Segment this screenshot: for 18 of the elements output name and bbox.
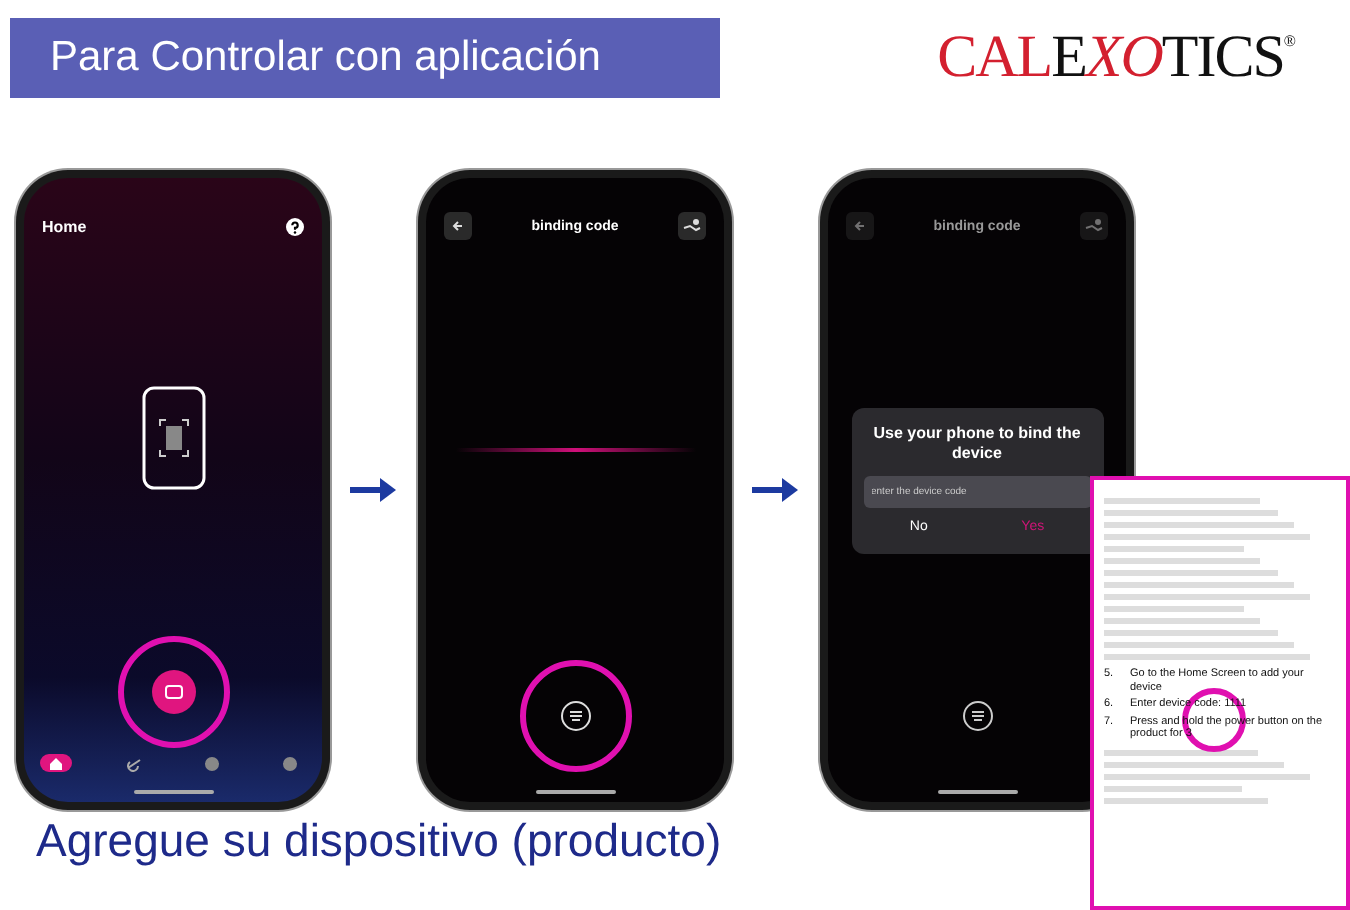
keyboard-icon[interactable] — [559, 700, 591, 732]
screen-title: Home — [42, 217, 87, 235]
brand-logo: CALEXOTICS$^{®}$ — [937, 24, 1294, 92]
help-icon[interactable] — [286, 217, 304, 235]
back-button[interactable] — [444, 212, 472, 240]
scan-button[interactable] — [151, 670, 195, 714]
title-banner: Para Controlar con aplicación — [10, 18, 720, 98]
keyboard-icon[interactable] — [961, 700, 993, 732]
circle-icon — [204, 755, 220, 771]
tab-button[interactable] — [40, 754, 72, 772]
arrow-icon — [350, 476, 398, 504]
phone-scan-icon — [141, 386, 205, 490]
circle-icon — [282, 755, 298, 771]
dialog-title: Use your phone to bind the device — [871, 423, 1083, 463]
caption: Agregue su dispositivo (producto) — [34, 812, 724, 868]
arrow-icon — [752, 476, 800, 504]
home-icon — [48, 755, 64, 771]
add-user-icon[interactable] — [678, 212, 706, 240]
